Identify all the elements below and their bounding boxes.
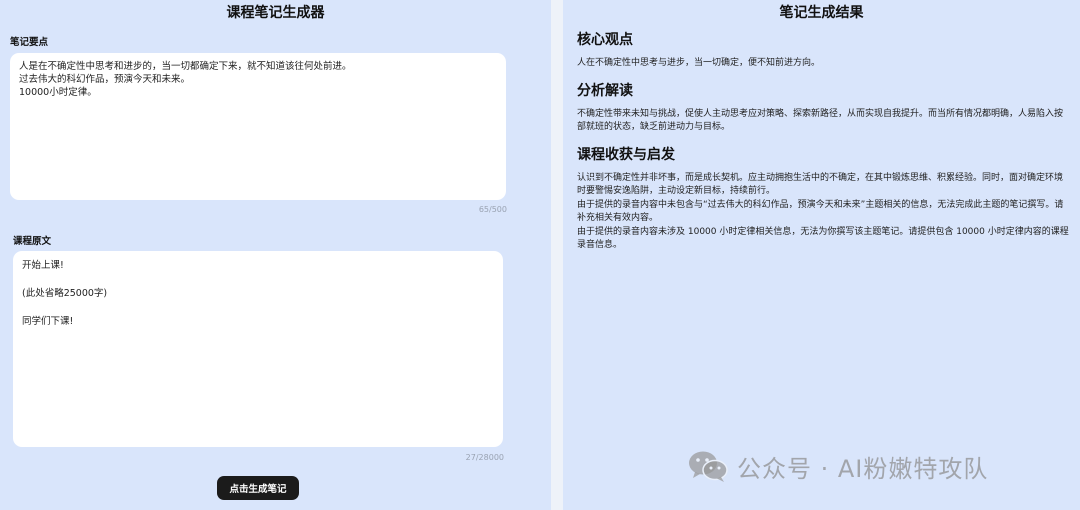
result-content: 核心观点 人在不确定性中思考与进步，当一切确定，便不知前进方向。 分析解读 不确…	[577, 30, 1069, 263]
transcript-label: 课程原文	[13, 236, 52, 247]
watermark: 公众号 · AI粉嫩特攻队	[687, 446, 988, 486]
watermark-text: 公众号 · AI粉嫩特攻队	[737, 454, 989, 483]
result-title: 笔记生成结果	[779, 5, 864, 21]
result-panel: 笔记生成结果 核心观点 人在不确定性中思考与进步，当一切确定，便不知前进方向。 …	[563, 0, 1080, 510]
section-body-takeaways: 认识到不确定性并非坏事，而是成长契机。应主动拥抱生活中的不确定，在其中锻炼思维、…	[577, 172, 1069, 251]
section-heading-takeaways: 课程收获与启发	[577, 146, 675, 163]
section-body-analysis: 不确定性带来未知与挑战，促使人主动思考应对策略、探索新路径，从而实现自我提升。而…	[577, 108, 1064, 133]
transcript-input[interactable]: 开始上课! (此处省略25000字) 同学们下课!	[13, 251, 503, 447]
note-generator-panel: 课程笔记生成器 笔记要点 人是在不确定性中思考和进步的，当一切都确定下来，就不知…	[0, 0, 551, 510]
panel-divider	[551, 0, 563, 510]
generator-title: 课程笔记生成器	[226, 5, 325, 21]
notes-counter: 65/500	[478, 205, 507, 214]
section-heading-core: 核心观点	[577, 32, 633, 48]
notes-label: 笔记要点	[10, 37, 49, 48]
transcript-counter: 27/28000	[465, 453, 504, 462]
section-heading-analysis: 分析解读	[577, 82, 633, 99]
generate-notes-button[interactable]: 点击生成笔记	[217, 476, 299, 500]
section-body-core: 人在不确定性中思考与进步，当一切确定，便不知前进方向。	[577, 58, 821, 68]
notes-input[interactable]: 人是在不确定性中思考和进步的，当一切都确定下来，就不知道该往何处前进。 过去伟大…	[10, 53, 506, 200]
wechat-icon	[689, 451, 728, 482]
